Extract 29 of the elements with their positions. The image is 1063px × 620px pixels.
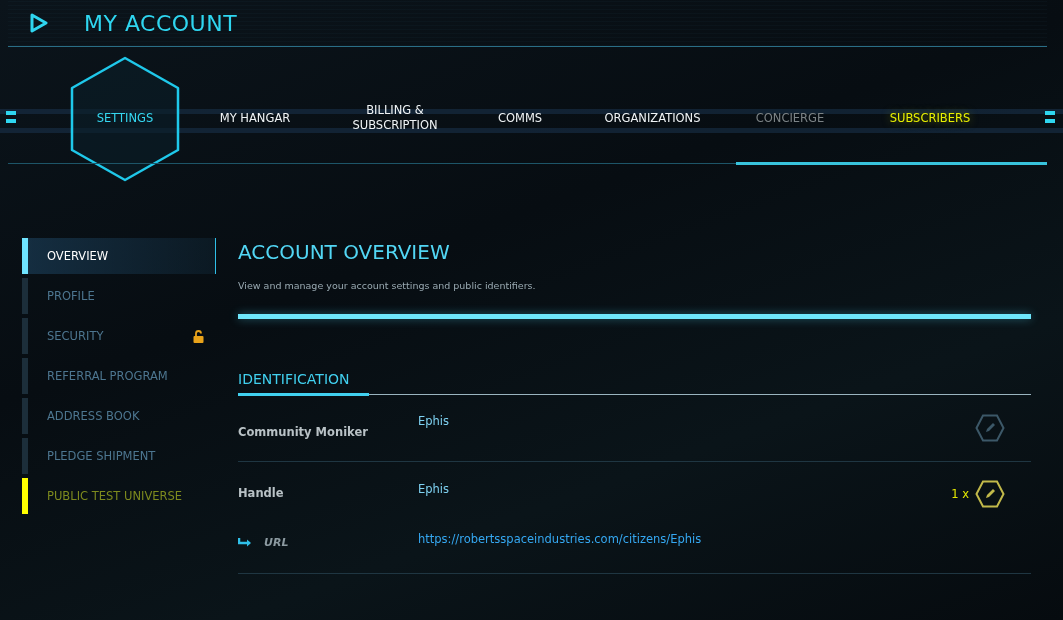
sidebar-item[interactable]: PUBLIC TEST UNIVERSE [28,478,216,514]
sidebar-item[interactable]: SECURITY [28,318,216,354]
field-value: Ephis [418,414,451,428]
nav-tab[interactable]: CONCIERGE [755,110,825,126]
sidebar-item[interactable]: OVERVIEW [28,238,216,274]
menu-handle-icon [6,111,16,123]
play-icon [30,13,48,33]
sidebar-item[interactable]: PLEDGE SHIPMENT [28,438,216,474]
sidebar-item[interactable]: PROFILE [28,278,216,314]
edit-button[interactable] [975,480,1005,508]
description-text: View and manage your account settings and public identifiers. [238,280,537,291]
page-title: MY ACCOUNT [84,10,238,36]
field-label: Community Moniker [238,425,369,439]
nav-tab[interactable]: SETTINGS [96,110,154,126]
menu-handle-icon [1045,111,1055,123]
field-label: URL [264,536,289,549]
sidebar-item[interactable]: ADDRESS BOOK [28,398,216,434]
nav-tab[interactable]: COMMS [497,110,543,126]
section-heading: ACCOUNT OVERVIEW [238,240,451,264]
field-value: Ephis [418,482,451,496]
profile-link[interactable]: https://robertsspaceindustries.com/citizens/Ephis [418,532,702,546]
nav-tab[interactable]: SUBSCRIBERS [889,110,971,126]
nav-tab[interactable]: BILLING & SUBSCRIPTION [340,103,450,133]
nav-tab[interactable]: MY HANGAR [219,110,291,126]
sidebar-item[interactable]: REFERRAL PROGRAM [28,358,216,394]
field-label: Handle [238,486,285,500]
change-count: 1 x [951,487,969,501]
return-arrow-icon [238,537,252,548]
nav-tab[interactable]: ORGANIZATIONS [604,110,701,126]
